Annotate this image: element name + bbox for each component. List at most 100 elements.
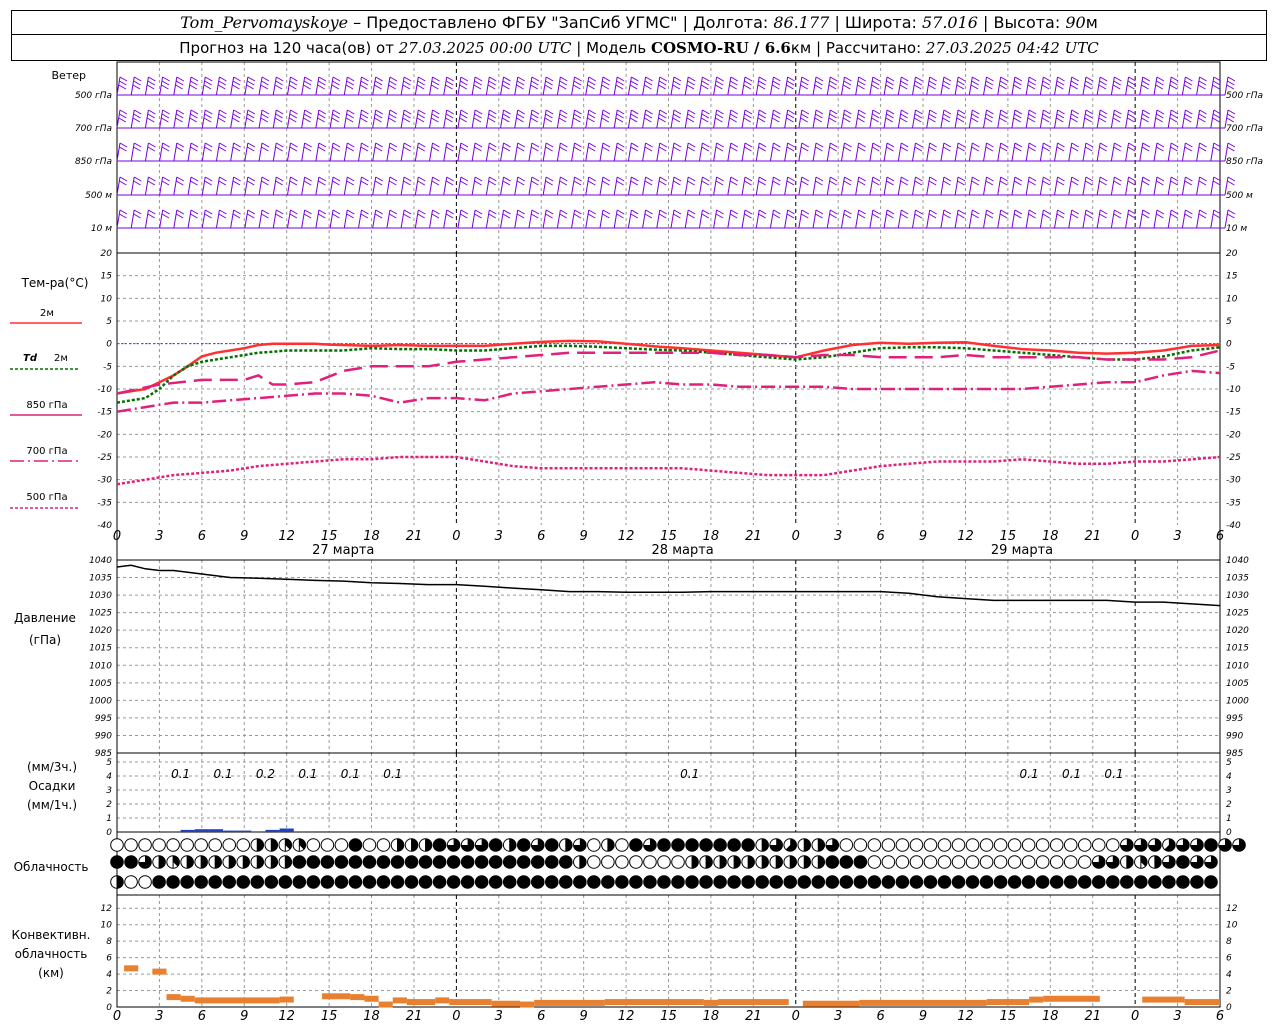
cloud-symbol: [937, 838, 952, 852]
wind-barb-feather: [1142, 176, 1151, 182]
wind-barb-feather: [658, 180, 667, 186]
wind-barb-staff: [840, 176, 845, 196]
wind-barb-feather: [360, 213, 369, 219]
wind-barb-feather: [332, 142, 341, 148]
wind-barb-feather: [474, 213, 482, 219]
wind-barb-feather: [119, 76, 128, 82]
wind-barb-feather: [601, 84, 610, 90]
xtick-label: 0: [1131, 529, 1139, 544]
cloud-symbol: [1049, 855, 1064, 869]
cloud-fill: [307, 855, 320, 869]
precip-bar: [307, 831, 323, 832]
cloud-symbol: [250, 875, 265, 889]
precip-ytick-right: 5: [1226, 758, 1232, 768]
wind-barb-feather: [602, 113, 610, 119]
wind-barb-feather: [403, 76, 412, 82]
wind-barb-feather: [460, 76, 469, 82]
wind-barb-feather: [929, 142, 937, 148]
wind-barb-feather: [161, 146, 170, 152]
wind-barb-staff: [713, 209, 718, 229]
wind-barb-feather: [161, 84, 169, 90]
wind-barb-feather: [1113, 180, 1122, 186]
wind-barb-feather: [304, 176, 312, 182]
cloud-symbol: [544, 875, 559, 889]
wind-barb-staff: [1054, 209, 1059, 229]
cloud-symbol: [839, 855, 854, 869]
wind-barb-feather: [1099, 176, 1108, 182]
xtick-label: 12: [278, 529, 295, 544]
wind-barb-feather: [403, 213, 411, 219]
wind-barb-feather: [318, 142, 327, 148]
wind-barb-feather: [318, 213, 326, 219]
wind-barb-staff: [1068, 209, 1073, 229]
wind-barb-feather: [389, 113, 397, 119]
cloud-fill: [475, 855, 488, 869]
wind-barb-feather: [346, 146, 354, 152]
wind-barb-feather: [673, 76, 682, 82]
wind-barb-feather: [531, 142, 540, 148]
wind-barb-feather: [290, 142, 298, 148]
conv-xtick-label: 0: [1131, 1009, 1139, 1024]
wind-barb-feather: [787, 176, 795, 182]
cloud-fill: [257, 838, 264, 852]
wind-barb-feather: [1142, 209, 1151, 215]
cloud-fill: [531, 875, 545, 889]
cloud-symbol: [1148, 875, 1162, 889]
wind-barb-feather: [431, 113, 440, 119]
wind-barb-feather: [488, 146, 496, 152]
wind-barb-feather: [843, 213, 852, 219]
wind-barb-feather: [204, 142, 213, 148]
wind-barb-feather: [503, 209, 511, 215]
wind-barb-feather: [374, 213, 383, 219]
wind-barb-feather: [1043, 76, 1051, 82]
wind-barb-staff: [386, 142, 391, 162]
wind-barb-feather: [1156, 180, 1164, 186]
cloud-symbol: [671, 838, 685, 852]
wind-barb-feather: [1042, 113, 1050, 119]
cloud-circle: [615, 838, 629, 852]
wind-barb-feather: [1156, 176, 1165, 182]
wind-barb-feather: [886, 76, 895, 82]
wind-barb-feather: [290, 109, 298, 115]
wind-barb-staff: [286, 209, 291, 229]
conv-xtick-label: 9: [580, 1009, 588, 1024]
wind-barb-feather: [588, 209, 597, 215]
wind-barb-feather: [460, 209, 469, 215]
precip-ytick-left: 1: [106, 814, 112, 824]
wind-barb-feather: [1014, 142, 1023, 148]
wind-barb-feather: [1127, 117, 1135, 123]
wind-barb-feather: [1198, 146, 1207, 152]
wind-barb-feather: [446, 109, 454, 115]
xtick-label: 18: [1042, 529, 1059, 544]
wind-barb-feather: [673, 80, 681, 86]
wind-barb-feather: [233, 209, 241, 215]
wind-barb-feather: [233, 176, 241, 182]
wind-barb-feather: [1185, 109, 1193, 115]
wind-barb-feather: [1071, 109, 1079, 115]
wind-barb-staff: [187, 209, 192, 229]
wind-barb-feather: [332, 113, 340, 119]
wind-barb-staff: [997, 176, 1002, 196]
cloud-symbol: [965, 855, 980, 869]
wind-barb-staff: [372, 142, 377, 162]
wind-barb-feather: [672, 117, 681, 123]
cloud-symbol: [713, 875, 727, 889]
wind-barb-feather: [786, 84, 794, 90]
wind-barb-feather: [175, 84, 183, 90]
cloud-symbol: [460, 855, 475, 869]
wind-barb-feather: [1099, 109, 1108, 115]
pressure-ytick-left: 1010: [89, 661, 112, 671]
wind-barb-feather: [1142, 142, 1151, 148]
wind-barb-feather: [901, 109, 909, 115]
cloud-symbol: [1021, 838, 1036, 852]
cloud-symbol: [783, 855, 798, 869]
cloud-fill: [741, 838, 755, 852]
xtick-label: 21: [745, 529, 762, 544]
cloud-symbol: [222, 875, 237, 889]
wind-barb-feather: [928, 146, 937, 152]
wind-barb-feather: [815, 146, 823, 152]
wind-barb-feather: [1128, 209, 1136, 215]
temp-ytick-left: 10: [101, 294, 113, 304]
wind-barb-feather: [1185, 76, 1193, 82]
wind-barb-staff: [883, 142, 888, 162]
